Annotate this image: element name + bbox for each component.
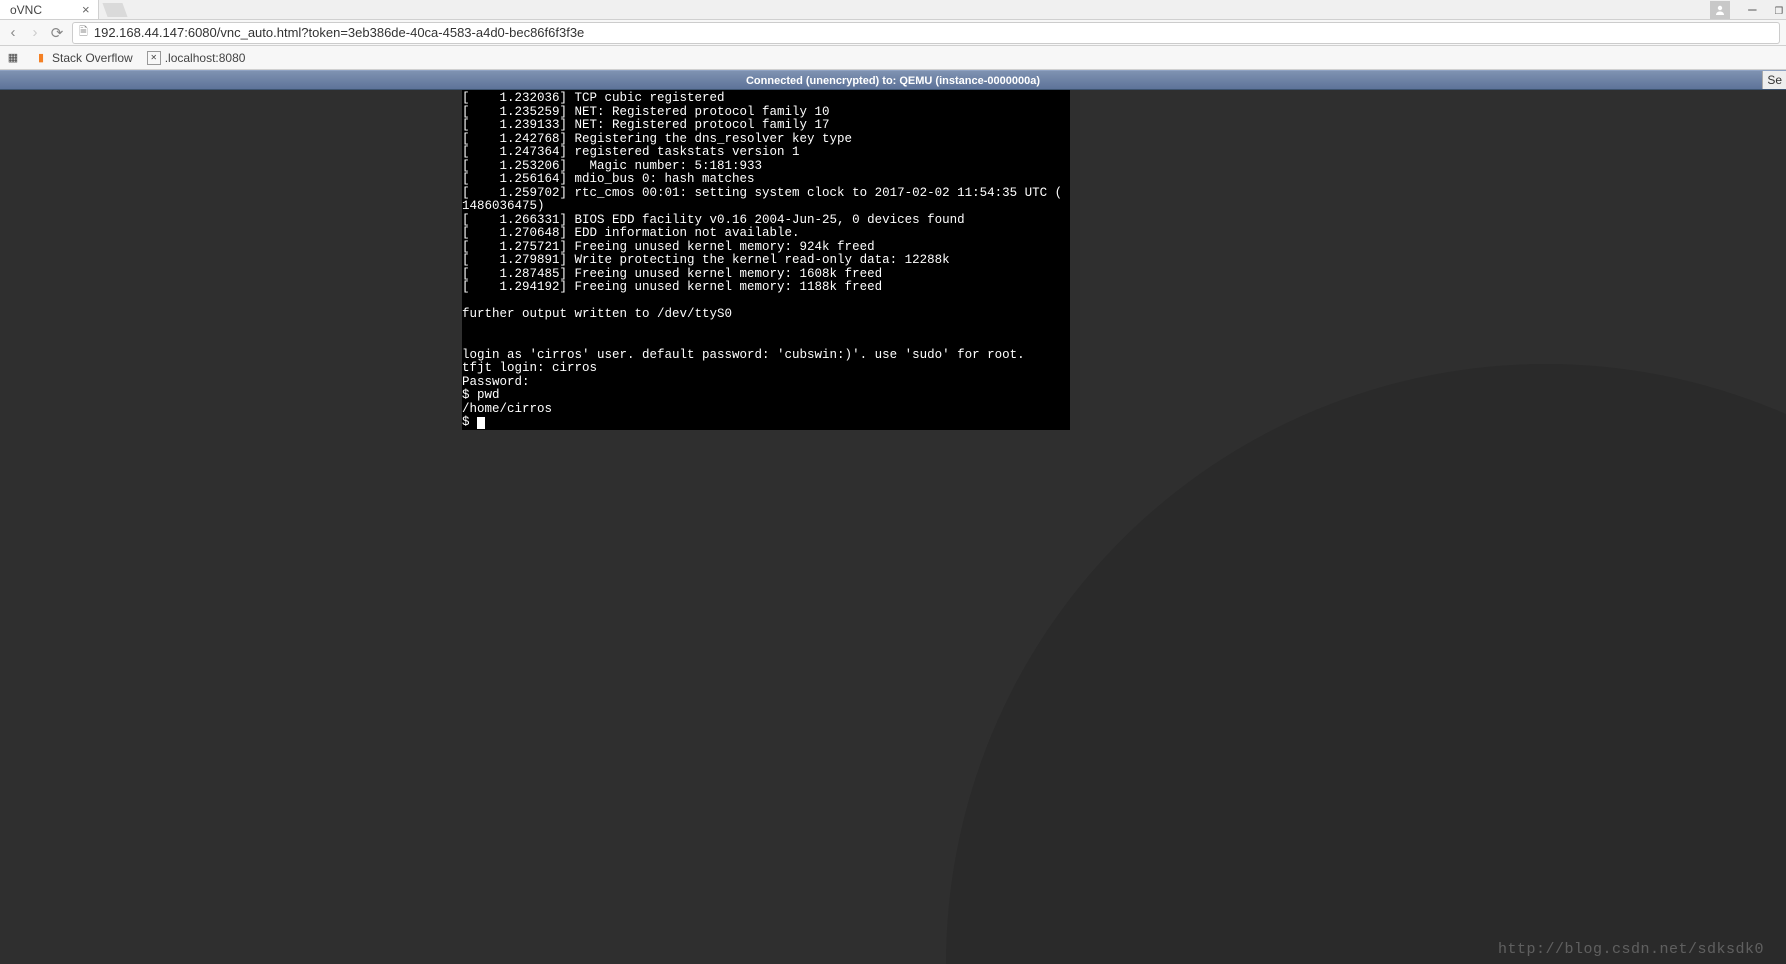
tab-title: oVNC bbox=[10, 3, 42, 17]
terminal-screen[interactable]: [ 1.232036] TCP cubic registered [ 1.235… bbox=[462, 90, 1070, 430]
broken-image-icon: ✕ bbox=[147, 51, 161, 65]
url-text: 192.168.44.147:6080/vnc_auto.html?token=… bbox=[94, 25, 584, 40]
browser-toolbar: ‹ › ⟳ 🗎 192.168.44.147:6080/vnc_auto.htm… bbox=[0, 20, 1786, 46]
bookmarks-bar: ▦ ▮ Stack Overflow ✕ .localhost:8080 bbox=[0, 46, 1786, 70]
vnc-status-bar: Connected (unencrypted) to: QEMU (instan… bbox=[0, 70, 1786, 90]
reload-icon[interactable]: ⟳ bbox=[50, 24, 64, 42]
apps-button[interactable]: ▦ bbox=[6, 51, 20, 65]
bookmark-label: Stack Overflow bbox=[52, 51, 133, 65]
terminal-cursor bbox=[477, 417, 485, 429]
apps-icon: ▦ bbox=[6, 51, 20, 65]
browser-tab-bar: oVNC × — ❐ bbox=[0, 0, 1786, 20]
bookmark-item[interactable]: ✕ .localhost:8080 bbox=[147, 51, 246, 65]
browser-tab[interactable]: oVNC × bbox=[0, 0, 99, 19]
bookmark-item[interactable]: ▮ Stack Overflow bbox=[34, 51, 133, 65]
maximize-icon[interactable]: ❐ bbox=[1775, 2, 1783, 18]
vnc-canvas-area[interactable]: [ 1.232036] TCP cubic registered [ 1.235… bbox=[0, 90, 1786, 964]
page-icon: 🗎 bbox=[79, 23, 88, 42]
vnc-status-text: Connected (unencrypted) to: QEMU (instan… bbox=[746, 71, 1040, 91]
minimize-icon[interactable]: — bbox=[1748, 2, 1756, 18]
new-tab-button[interactable] bbox=[102, 3, 127, 17]
watermark-text: http://blog.csdn.net/sdksdk0 bbox=[1498, 941, 1764, 958]
vnc-settings-button[interactable]: Se bbox=[1762, 71, 1786, 89]
window-controls: — ❐ bbox=[1710, 0, 1783, 19]
close-tab-icon[interactable]: × bbox=[82, 2, 90, 17]
stack-overflow-icon: ▮ bbox=[34, 51, 48, 65]
user-icon[interactable] bbox=[1710, 1, 1730, 19]
address-bar[interactable]: 🗎 192.168.44.147:6080/vnc_auto.html?toke… bbox=[72, 22, 1780, 44]
forward-icon[interactable]: › bbox=[28, 24, 42, 41]
back-icon[interactable]: ‹ bbox=[6, 24, 20, 41]
bookmark-label: .localhost:8080 bbox=[165, 51, 246, 65]
